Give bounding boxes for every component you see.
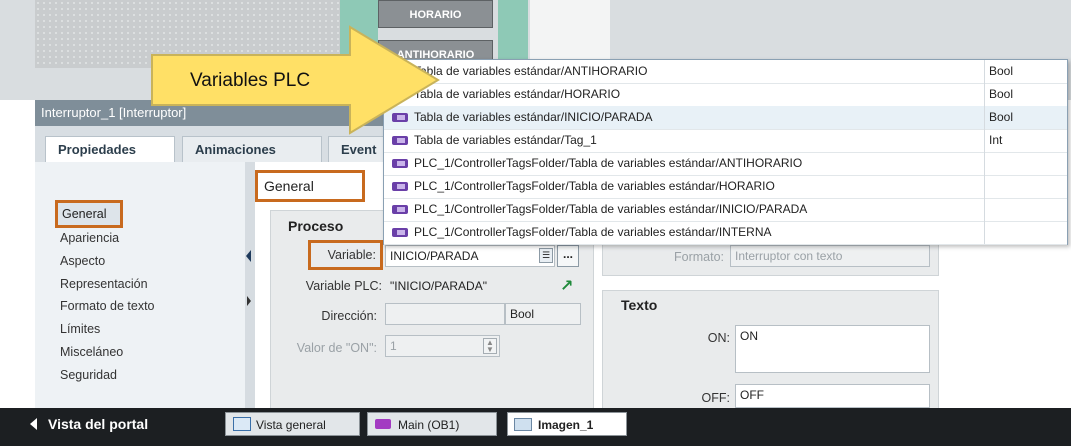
valor-on-label: Valor de "ON":	[296, 341, 377, 355]
nav-item-representacion[interactable]: Representación	[60, 277, 148, 291]
direccion-input[interactable]	[385, 303, 505, 325]
tag-icon	[392, 228, 408, 237]
formato-label: Formato:	[673, 250, 724, 264]
tag-icon	[392, 182, 408, 191]
screen-icon	[514, 418, 532, 431]
nav-item-miscelaneo[interactable]: Misceláneo	[60, 345, 123, 359]
dropdown-item[interactable]: Tabla de variables estándar/Tag_1 Int	[384, 129, 1067, 153]
dropdown-item[interactable]: PLC_1/ControllerTagsFolder/Tabla de vari…	[384, 221, 1067, 245]
nav-item-apariencia[interactable]: Apariencia	[60, 231, 119, 245]
dropdown-item[interactable]: PLC_1/ControllerTagsFolder/Tabla de vari…	[384, 152, 1067, 176]
dropdown-item[interactable]: PLC_1/ControllerTagsFolder/Tabla de vari…	[384, 198, 1067, 222]
off-label: OFF:	[701, 391, 730, 405]
variable-dropdown[interactable]: Tabla de variables estándar/ANTIHORARIO B…	[383, 59, 1068, 245]
dropdown-item[interactable]: Tabla de variables estándar/HORARIO Bool	[384, 83, 1067, 107]
nav-item-formato-texto[interactable]: Formato de texto	[60, 299, 155, 313]
nav-item-aspecto[interactable]: Aspecto	[60, 254, 105, 268]
formato-input[interactable]: Interruptor con texto	[730, 245, 930, 267]
dropdown-item-selected[interactable]: Tabla de variables estándar/INICIO/PARAD…	[384, 106, 1067, 130]
hmi-button-horario[interactable]: HORARIO	[378, 0, 493, 28]
go-to-arrow-icon[interactable]: ↗	[560, 276, 573, 296]
variable-input[interactable]: INICIO/PARADA	[385, 245, 555, 267]
tag-icon	[392, 136, 408, 145]
tab-eventos[interactable]: Event	[328, 136, 388, 162]
off-text-input[interactable]: OFF	[735, 384, 930, 408]
direccion-type: Bool	[505, 303, 581, 325]
tab-animaciones[interactable]: Animaciones	[182, 136, 322, 162]
list-icon[interactable]: ☰	[539, 248, 553, 263]
tag-icon	[392, 159, 408, 168]
proceso-title: Proceso	[288, 218, 344, 234]
back-arrow-icon[interactable]	[30, 418, 37, 430]
callout-label: Variables PLC	[190, 70, 311, 91]
variable-label: Variable:	[327, 248, 376, 262]
nav-item-seguridad[interactable]: Seguridad	[60, 368, 117, 382]
variable-plc-label: Variable PLC:	[305, 279, 382, 293]
tag-icon	[392, 205, 408, 214]
panel-splitter[interactable]	[245, 162, 255, 408]
ob-block-icon	[375, 419, 391, 429]
dropdown-item[interactable]: PLC_1/ControllerTagsFolder/Tabla de vari…	[384, 175, 1067, 199]
section-header-general: General	[255, 170, 365, 202]
nav-item-limites[interactable]: Límites	[60, 322, 100, 336]
portal-view-link[interactable]: Vista del portal	[48, 416, 148, 432]
collapse-left-icon[interactable]	[246, 250, 251, 262]
dropdown-item[interactable]: Tabla de variables estándar/ANTIHORARIO B…	[384, 60, 1067, 84]
on-text-input[interactable]: ON	[735, 325, 930, 373]
nav-item-general[interactable]: General	[55, 200, 123, 228]
expand-right-icon[interactable]	[247, 296, 251, 306]
spinner-icon[interactable]: ▲ ▼	[483, 338, 497, 354]
tab-propiedades[interactable]: Propiedades	[45, 136, 175, 162]
direccion-label: Dirección:	[321, 309, 377, 323]
overview-icon	[233, 417, 251, 431]
browse-button[interactable]: ...	[557, 245, 579, 267]
variable-plc-value: "INICIO/PARADA"	[390, 279, 487, 293]
on-label: ON:	[707, 331, 730, 345]
texto-title: Texto	[621, 297, 658, 313]
